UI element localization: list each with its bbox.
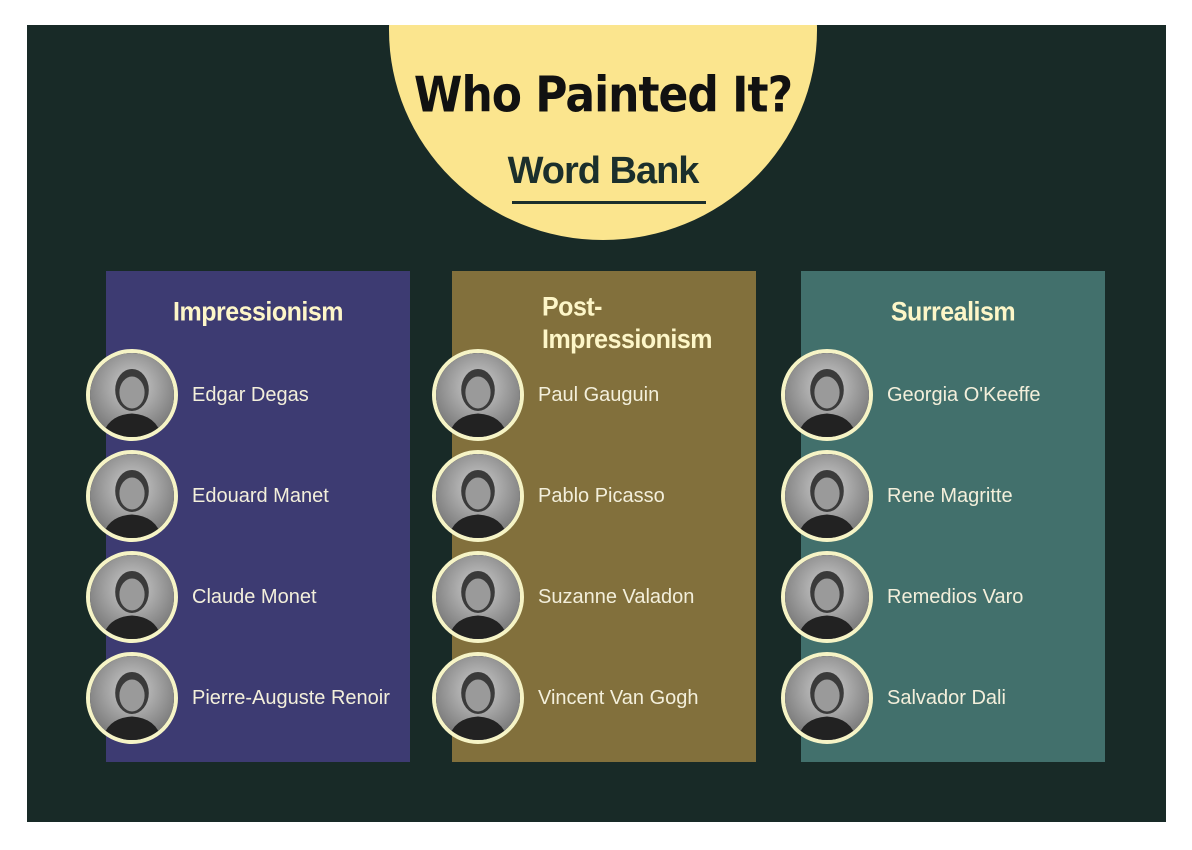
artist-row: Pablo Picasso	[432, 450, 665, 542]
word-bank-board: Who Painted It? Word Bank Impressionism …	[27, 25, 1166, 822]
artist-row: Suzanne Valadon	[432, 551, 694, 643]
artist-name: Rene Magritte	[887, 484, 1013, 507]
artist-row: Rene Magritte	[781, 450, 1013, 542]
artist-name: Suzanne Valadon	[538, 585, 695, 608]
artist-name: Paul Gauguin	[538, 383, 660, 406]
artist-name: Edgar Degas	[192, 383, 309, 406]
artist-row: Paul Gauguin	[432, 349, 659, 441]
artist-row: Salvador Dali	[781, 652, 1006, 744]
portrait-photo-icon	[86, 652, 178, 744]
portrait-photo-icon	[86, 450, 178, 542]
artist-row: Pierre-Auguste Renoir	[86, 652, 390, 744]
page-subtitle: Word Bank	[507, 150, 700, 192]
column-post-impressionism: Post- Impressionism Paul Gauguin Pablo P…	[432, 271, 756, 762]
portrait-photo-icon	[781, 652, 873, 744]
artist-row: Edgar Degas	[86, 349, 309, 441]
artist-name: Pablo Picasso	[538, 484, 665, 507]
artist-name: Claude Monet	[192, 585, 317, 608]
portrait-photo-icon	[432, 551, 524, 643]
subtitle-underline	[512, 201, 706, 204]
column-title: Surrealism	[890, 296, 1016, 328]
artist-name: Edouard Manet	[192, 484, 329, 507]
artist-row: Claude Monet	[86, 551, 317, 643]
header-circle	[389, 25, 817, 240]
column-surrealism: Surrealism Georgia O'Keeffe Rene Magritt…	[781, 271, 1105, 762]
column-title: Post- Impressionism	[542, 291, 742, 356]
artist-name: Salvador Dali	[887, 686, 1006, 709]
column-impressionism: Impressionism Edgar Degas Edouard Manet …	[86, 271, 410, 762]
portrait-photo-icon	[781, 349, 873, 441]
portrait-photo-icon	[432, 450, 524, 542]
artist-name: Remedios Varo	[887, 585, 1024, 608]
artist-row: Georgia O'Keeffe	[781, 349, 1041, 441]
column-title: Impressionism	[173, 296, 343, 328]
column-title-line: Post-	[542, 291, 603, 322]
artist-row: Edouard Manet	[86, 450, 329, 542]
portrait-photo-icon	[432, 349, 524, 441]
portrait-photo-icon	[86, 551, 178, 643]
artist-name: Georgia O'Keeffe	[887, 383, 1041, 406]
artist-name: Pierre-Auguste Renoir	[192, 686, 390, 709]
page-title: Who Painted It?	[413, 66, 793, 125]
artist-name: Vincent Van Gogh	[538, 686, 699, 709]
portrait-photo-icon	[781, 450, 873, 542]
artist-row: Vincent Van Gogh	[432, 652, 699, 744]
portrait-photo-icon	[86, 349, 178, 441]
portrait-photo-icon	[432, 652, 524, 744]
portrait-photo-icon	[781, 551, 873, 643]
artist-row: Remedios Varo	[781, 551, 1023, 643]
